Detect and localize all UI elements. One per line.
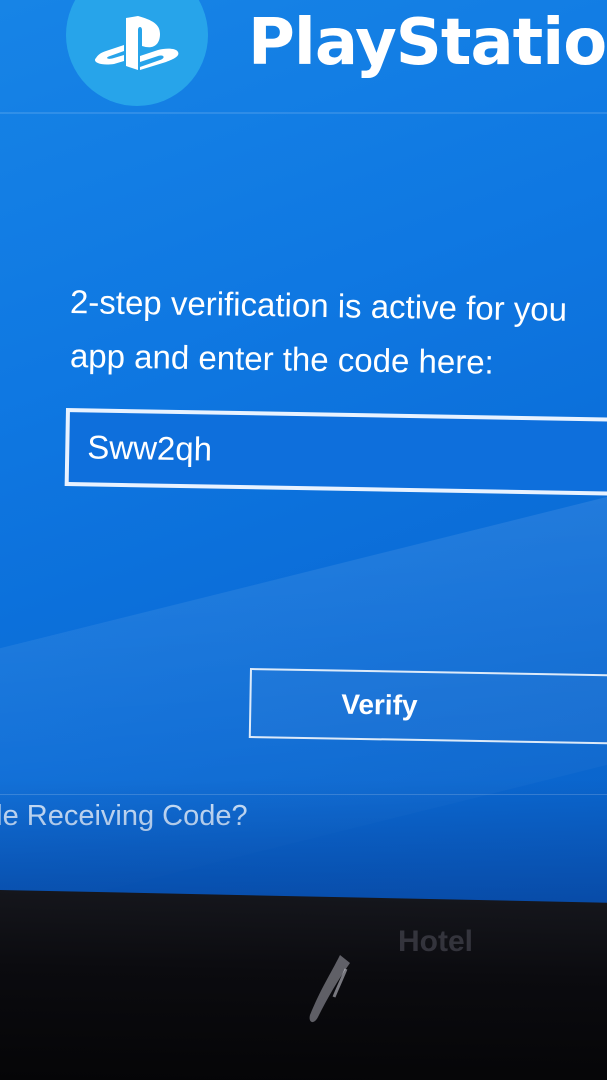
brand-wordmark: PlayStation [248, 6, 607, 80]
bezel-label: Hotel [398, 925, 473, 958]
verification-panel: PlayStation 2-step verification is activ… [0, 0, 607, 905]
message-line-2: app and enter the code here: [69, 337, 495, 381]
trouble-receiving-code-link[interactable]: ole Receiving Code? [0, 800, 248, 833]
verification-message: 2-step verification is active for you ap… [70, 275, 607, 383]
verification-code-input[interactable]: Sww2qh [64, 408, 607, 496]
logo-badge [66, 0, 208, 106]
screen: PlayStation 2-step verification is activ… [0, 0, 607, 1080]
header-divider [0, 112, 607, 114]
footer-divider [0, 794, 607, 795]
screen-glare [309, 955, 350, 1023]
playstation-logo-icon [94, 16, 179, 74]
verify-button[interactable]: Verify [248, 668, 607, 745]
message-line-1: 2-step verification is active for you [69, 283, 568, 328]
